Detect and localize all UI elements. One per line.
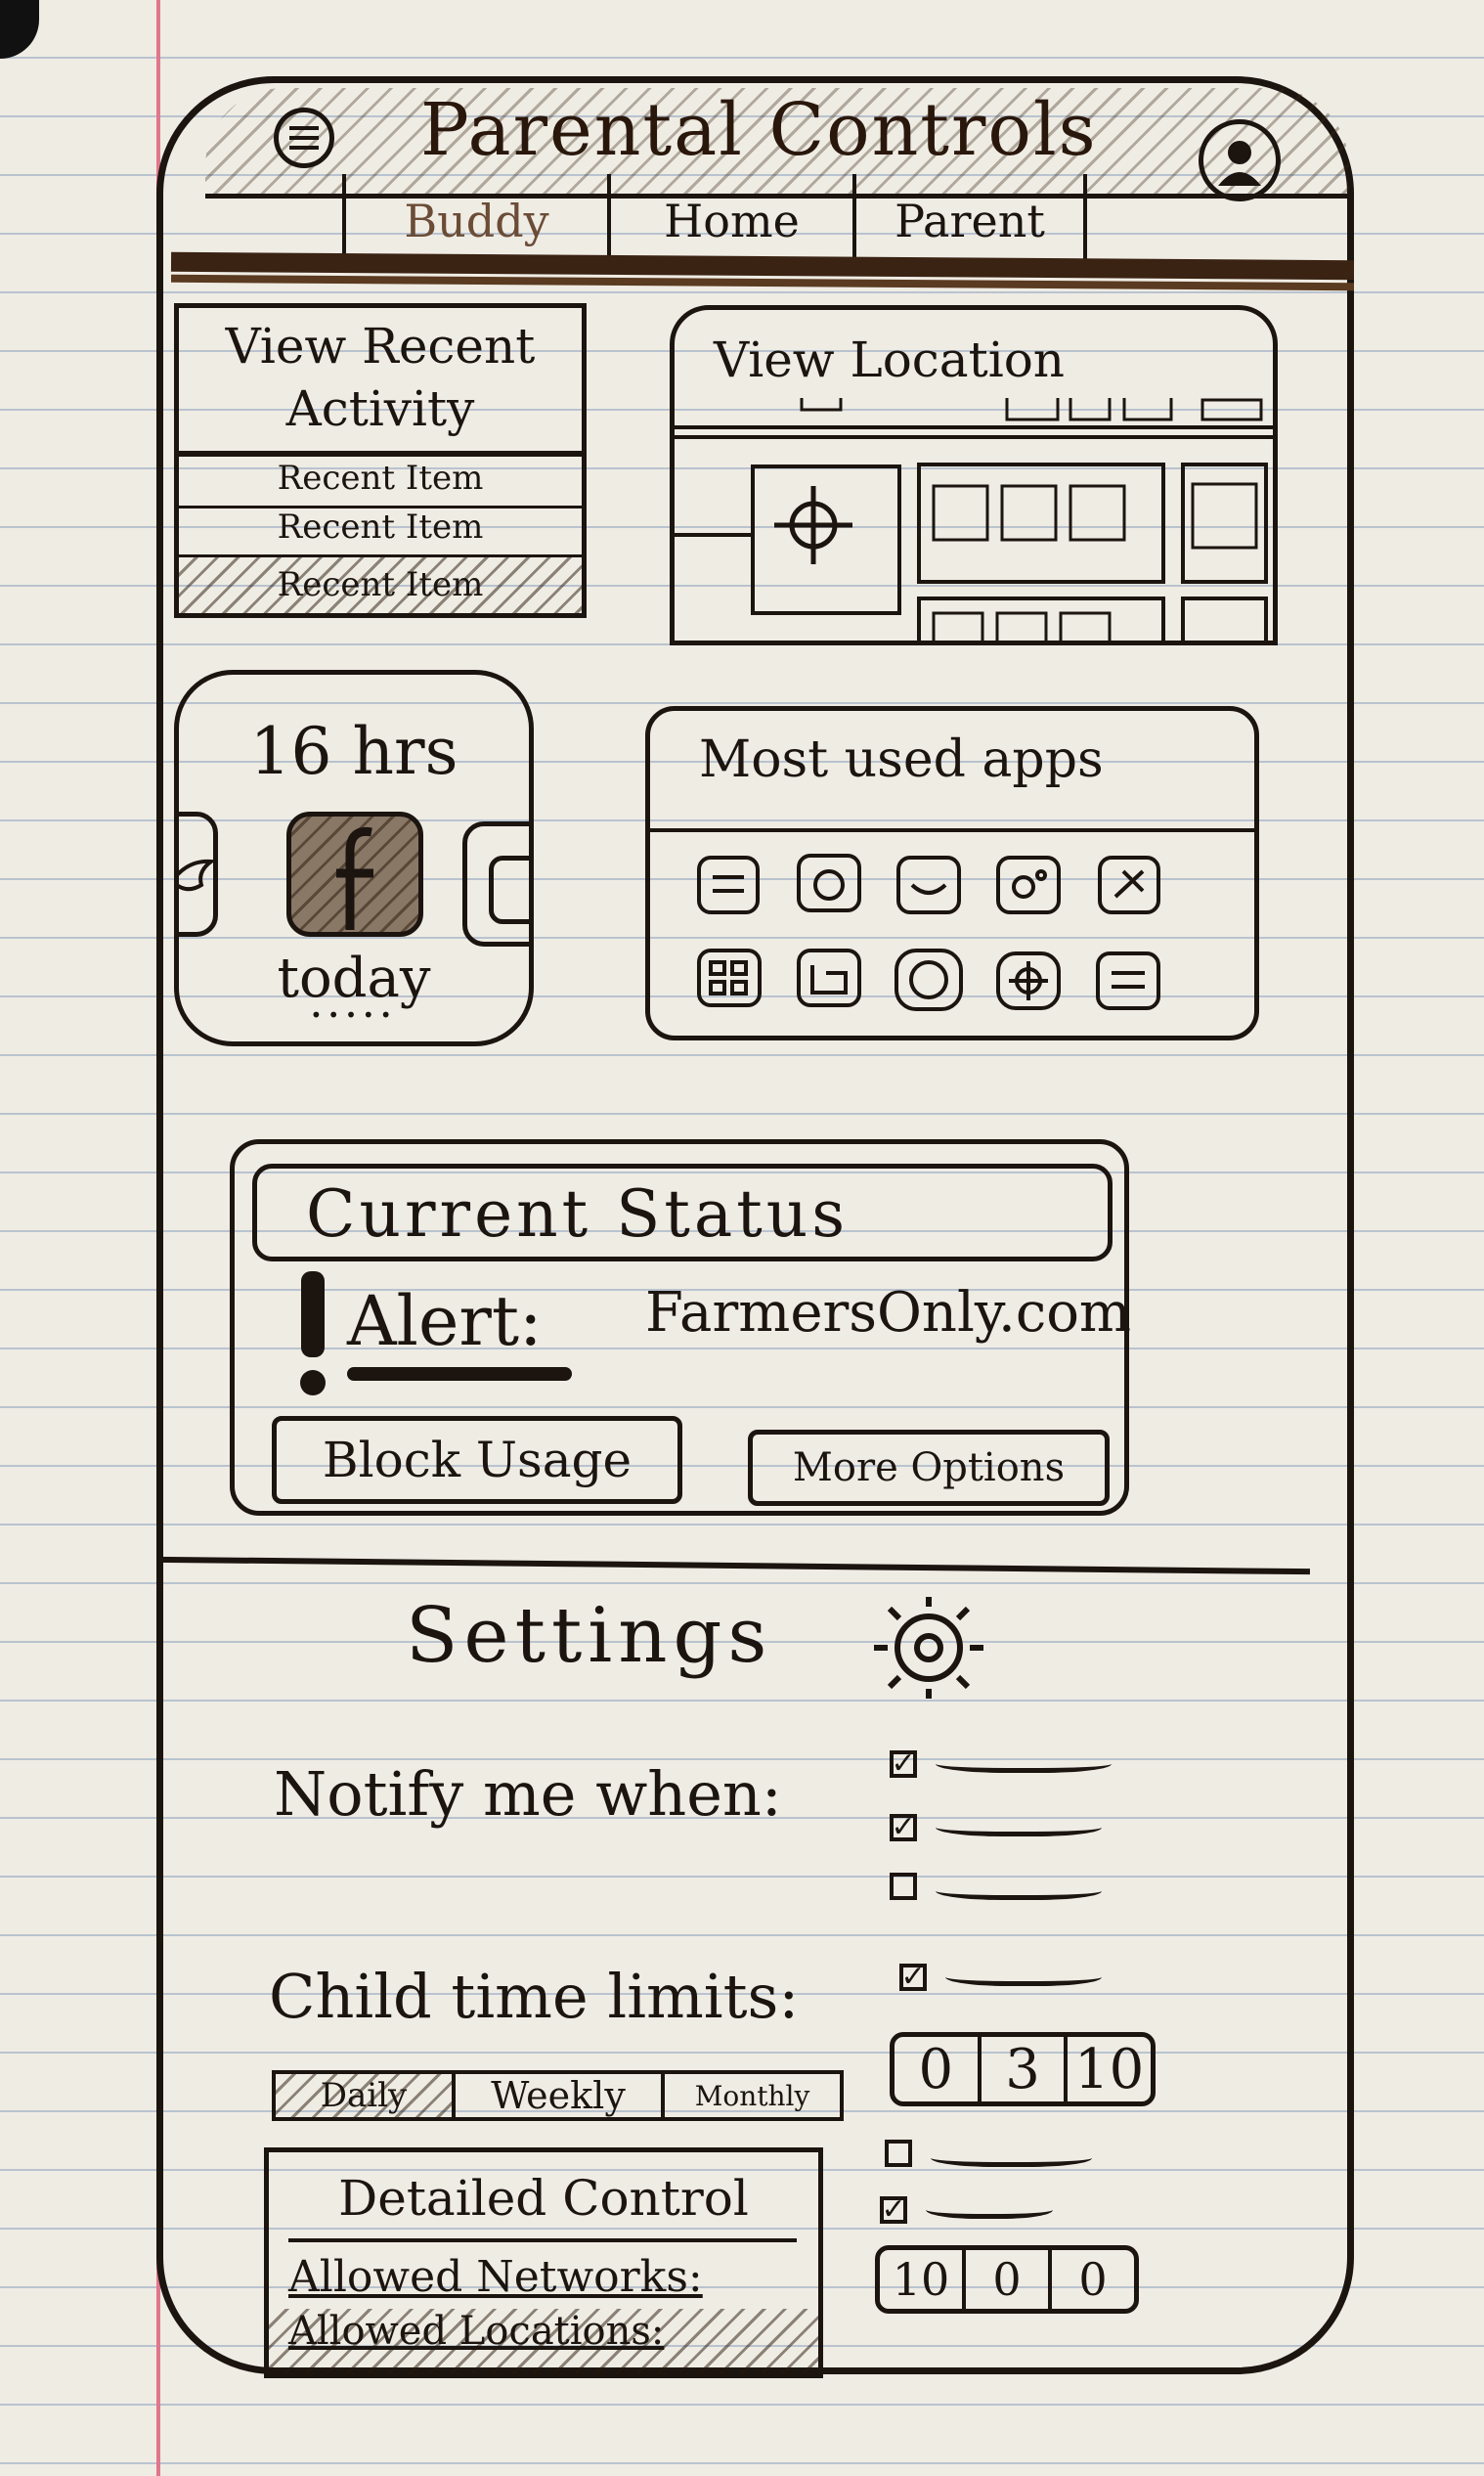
button-label: More Options [792,1445,1066,1490]
tab-bar: Buddy Home Parent [342,174,1087,267]
detailed-control-card[interactable]: Detailed Control Allowed Networks: Allow… [264,2147,823,2378]
counter-digit[interactable]: 10 [1068,2037,1151,2101]
location-card[interactable]: View Location [670,305,1278,645]
most-used-apps-title: Most used apps [699,730,1104,789]
time-limits-label: Child time limits: [269,1961,800,2032]
app-title: Parental Controls [420,88,1098,172]
checkbox-checked[interactable]: ✓ [899,1963,927,1992]
screen-time-period: today [277,947,431,1010]
screen-time-hours: 16 hrs [249,714,458,789]
app-icon-grid[interactable] [689,828,1276,1024]
recent-activity-title-line2: Activity [285,380,475,437]
divider [179,451,582,457]
pager-dots[interactable]: ••••• [179,1003,529,1027]
tab-label: Parent [895,194,1045,247]
option-text-scribble [936,1878,1103,1900]
recent-item[interactable]: Recent Item [179,556,582,613]
checkbox-checked[interactable]: ✓ [880,2195,907,2225]
alert-site[interactable]: FarmersOnly.com [645,1281,1131,1345]
tab-label: Buddy [404,194,549,247]
time-limit-counter[interactable]: 0 3 10 [890,2032,1156,2106]
gear-icon[interactable] [860,1589,997,1706]
alert-label: Alert: [347,1281,543,1361]
button-label: Block Usage [322,1432,633,1488]
camera-icon [489,856,529,924]
location-title: View Location [714,332,1066,388]
map-view [675,398,1273,641]
tab-label: Monthly [694,2079,810,2112]
tab-label: Home [664,194,800,247]
allowed-networks-link[interactable]: Allowed Networks: [288,2252,703,2302]
notify-option[interactable] [890,1873,1103,1904]
current-status-card: Current Status Alert: FarmersOnly.com Bl… [230,1139,1131,1516]
profile-button[interactable] [1199,119,1281,201]
counter-digit[interactable]: 10 [880,2250,966,2309]
time-option[interactable] [885,2140,1093,2171]
notify-label: Notify me when: [274,1758,782,1830]
option-text-scribble [945,1964,1103,1986]
hamburger-icon [289,126,319,150]
screen-time-card[interactable]: 16 hrs today ••••• [174,670,534,1046]
divider [288,2238,797,2242]
alert-underline [347,1367,572,1381]
tab-label: Weekly [491,2074,626,2117]
recent-activity-card[interactable]: View Recent Activity Recent Item Recent … [174,303,587,618]
location-crosshair-icon [774,486,852,564]
recent-item[interactable]: Recent Item [179,459,582,508]
settings-title: Settings [406,1592,773,1680]
facebook-app-tile[interactable] [286,812,423,937]
most-used-apps-card[interactable]: Most used apps [645,706,1259,1040]
tab-label: Daily [320,2076,408,2115]
facebook-icon [336,826,373,930]
user-avatar-icon [1218,141,1261,186]
notify-option[interactable]: ✓ [890,1813,1103,1842]
bird-icon [179,859,217,892]
time-option[interactable]: ✓ [880,2195,1054,2225]
allowed-locations-link[interactable]: Allowed Locations: [269,2309,818,2373]
time-limit-option[interactable]: ✓ [899,1963,1103,1992]
checkbox-unchecked[interactable] [885,2140,912,2167]
checkbox-checked[interactable]: ✓ [890,1749,917,1779]
counter-digit[interactable]: 3 [982,2037,1069,2101]
twitter-app-tile[interactable] [179,812,218,937]
block-usage-button[interactable]: Block Usage [272,1416,682,1504]
period-tab-daily[interactable]: Daily [276,2074,456,2117]
detailed-control-title: Detailed Control [338,2170,749,2227]
period-tab-weekly[interactable]: Weekly [456,2074,665,2117]
period-tab-monthly[interactable]: Monthly [665,2074,840,2117]
checkbox-checked[interactable]: ✓ [890,1813,917,1842]
option-text-scribble [936,1814,1103,1836]
time-limit-counter-2[interactable]: 10 0 0 [875,2245,1139,2314]
alert-exclamation-icon [300,1271,326,1395]
option-text-scribble [936,1750,1113,1773]
counter-digit[interactable]: 0 [895,2037,982,2101]
notify-option[interactable]: ✓ [890,1749,1113,1779]
current-status-header: Current Status [252,1164,1113,1261]
tab-parent[interactable]: Parent [852,174,1087,267]
menu-button[interactable] [274,108,334,168]
checkbox-unchecked[interactable] [890,1873,917,1900]
photo-corner-shadow [0,0,39,59]
period-selector[interactable]: Daily Weekly Monthly [272,2070,844,2121]
current-status-title: Current Status [306,1176,850,1252]
counter-digit[interactable]: 0 [966,2250,1052,2309]
option-text-scribble [926,2196,1054,2219]
tab-home[interactable]: Home [607,174,856,267]
instagram-app-tile[interactable] [462,821,529,947]
more-options-button[interactable]: More Options [748,1430,1110,1506]
option-text-scribble [931,2144,1093,2167]
recent-activity-title-line1: View Recent [225,318,536,375]
counter-digit[interactable]: 0 [1052,2250,1134,2309]
recent-item[interactable]: Recent Item [179,508,582,557]
